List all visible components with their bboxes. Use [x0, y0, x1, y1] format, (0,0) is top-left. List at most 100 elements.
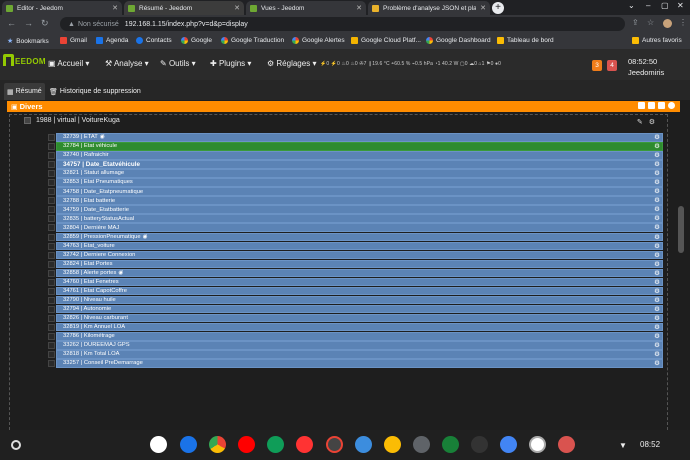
system-clock[interactable]: 08:52	[640, 440, 660, 449]
gear-icon[interactable]: ⚙	[654, 252, 660, 260]
bookmark-agenda[interactable]: Agenda	[96, 37, 128, 44]
bookmark-gmail[interactable]: Gmail	[60, 37, 87, 44]
gear-icon[interactable]: ⚙	[654, 333, 660, 341]
command-row[interactable]: 32794 | Autonomie ⚙	[44, 304, 663, 314]
command-bar[interactable]: 34758 | Date_Etatpneumatique ⚙	[56, 187, 663, 196]
object-checkbox[interactable]	[24, 117, 31, 124]
gear-icon[interactable]: ⚙	[654, 224, 660, 232]
row-checkbox[interactable]	[48, 179, 55, 187]
command-bar[interactable]: 34760 | Etat Fenetres ⚙	[56, 277, 663, 287]
row-checkbox[interactable]	[48, 323, 55, 331]
command-row[interactable]: 32826 | Niveau carburant ⚙	[44, 313, 663, 323]
menu-outils[interactable]: ✎ Outils ▾	[160, 59, 196, 68]
command-row[interactable]: 32818 | Km Total LOA ⚙	[44, 350, 663, 359]
bookmark-tableau-de-bord[interactable]: Tableau de bord	[497, 37, 554, 44]
gear-icon[interactable]: ⚙	[654, 179, 660, 187]
wifi-icon[interactable]: ▼	[619, 441, 627, 450]
command-bar[interactable]: 32824 | Etat Portes ⚙	[56, 259, 663, 269]
close-icon[interactable]: ✕	[234, 4, 240, 12]
command-row[interactable]: 34757 | Date_Etatvéhicule ⚙	[44, 160, 663, 169]
close-icon[interactable]: ✕	[112, 4, 118, 12]
tab-history[interactable]: 🗑 Historique de suppression	[46, 83, 144, 100]
gear-icon[interactable]: ⚙	[649, 118, 655, 126]
gear-icon[interactable]: ⚙	[654, 215, 660, 223]
command-bar[interactable]: 34761 | Etat CapotCoffre ⚙	[56, 286, 663, 296]
play-store-app-icon[interactable]	[442, 436, 459, 453]
gear-icon[interactable]: ⚙	[654, 297, 660, 305]
command-bar[interactable]: 32739 | ETAT ◉̸ ⚙	[56, 133, 663, 142]
new-tab-button[interactable]: +	[492, 2, 504, 14]
menu-plugins[interactable]: ✚ Plugins ▾	[210, 59, 251, 68]
tab-search-icon[interactable]: ⌄	[628, 1, 635, 10]
command-row[interactable]: 32835 | batteryStatusActual ⚙	[44, 214, 663, 223]
command-row[interactable]: 32784 | Etat véhicule ⚙	[44, 142, 663, 151]
command-bar[interactable]: 32742 | Derniere Connexion ⚙	[56, 250, 663, 260]
share-icon[interactable]: ⇪	[632, 18, 639, 27]
page-scrollbar[interactable]	[678, 206, 684, 253]
row-checkbox[interactable]	[48, 161, 55, 169]
gear-icon[interactable]	[668, 102, 675, 109]
chrome-app-icon[interactable]	[209, 436, 226, 453]
row-checkbox[interactable]	[48, 215, 55, 223]
command-row[interactable]: 32804 | Dernière MAJ ⚙	[44, 223, 663, 232]
command-row[interactable]: 34761 | Etat CapotCoffre ⚙	[44, 286, 663, 296]
gear-icon[interactable]: ⚙	[654, 360, 660, 368]
command-bar[interactable]: 32821 | Statut allumage ⚙	[56, 169, 663, 178]
sticky-app-icon[interactable]	[558, 436, 575, 453]
row-checkbox[interactable]	[48, 296, 55, 304]
command-row[interactable]: 32853 | Etat Pneumatiques ⚙	[44, 178, 663, 187]
avatar[interactable]	[663, 19, 672, 28]
command-bar[interactable]: 34757 | Date_Etatvéhicule ⚙	[56, 160, 663, 169]
command-row[interactable]: 34763 | Etat_voiture ⚙	[44, 241, 663, 251]
command-bar[interactable]: 32790 | Niveau huile ⚙	[56, 295, 663, 305]
gear-icon[interactable]: ⚙	[654, 288, 660, 296]
bookmark-bookmarks[interactable]: ★ Bookmarks	[7, 37, 49, 46]
command-bar[interactable]: 32853 | Etat Pneumatiques ⚙	[56, 178, 663, 187]
gear-icon[interactable]: ⚙	[654, 324, 660, 332]
command-bar[interactable]: 32804 | Dernière MAJ ⚙	[56, 223, 663, 232]
keep-app-icon[interactable]	[384, 436, 401, 453]
row-checkbox[interactable]	[48, 233, 55, 241]
row-checkbox[interactable]	[48, 206, 55, 214]
edit-icon[interactable]: ✎	[637, 118, 643, 126]
row-checkbox[interactable]	[48, 342, 55, 350]
news-app-icon[interactable]	[296, 436, 313, 453]
row-checkbox[interactable]	[48, 278, 55, 286]
command-bar[interactable]: 32740 | Rafraichir ⚙	[56, 151, 663, 160]
command-bar[interactable]: 32858 | Alerte portes ◉̸ ⚙	[56, 268, 663, 278]
bookmark-google-alertes[interactable]: Google Alertes	[292, 37, 345, 44]
close-window-button[interactable]: ✕	[677, 1, 684, 10]
row-checkbox[interactable]	[48, 287, 55, 295]
security-label[interactable]: Non sécurisé	[78, 21, 119, 28]
alerts-badge[interactable]: 4	[607, 60, 617, 71]
command-row[interactable]: 32859 | PressionPneumatique ◉̸ ⚙	[44, 232, 663, 242]
camera-app-icon[interactable]	[326, 436, 343, 453]
gear-icon[interactable]: ⚙	[654, 342, 660, 350]
gear-icon[interactable]: ⚙	[654, 170, 660, 178]
bookmark-other[interactable]: Autres favoris	[632, 37, 682, 44]
gear-icon[interactable]: ⚙	[654, 188, 660, 196]
gear-icon[interactable]: ⚙	[654, 152, 660, 160]
command-row[interactable]: 32819 | Km Annuel LOA ⚙	[44, 322, 663, 332]
command-row[interactable]: 34760 | Etat Fenetres ⚙	[44, 277, 663, 287]
command-row[interactable]: 32788 | Etat batterie ⚙	[44, 196, 663, 205]
command-bar[interactable]: 33262 | DUREEMAJ GPS ⚙	[56, 341, 663, 350]
menu-analyse[interactable]: ⚒ Analyse ▾	[105, 59, 149, 68]
bookmark-google-cloud[interactable]: Google Cloud Platf...	[351, 37, 421, 44]
command-row[interactable]: 32742 | Derniere Connexion ⚙	[44, 250, 663, 260]
command-bar[interactable]: 33257 | Conseil PreDemarrage ⚙	[56, 359, 663, 368]
bookmark-google-dashboard[interactable]: Google Dashboard	[426, 37, 491, 44]
row-checkbox[interactable]	[48, 333, 55, 341]
command-row[interactable]: 32740 | Rafraichir ⚙	[44, 151, 663, 160]
gear-icon[interactable]: ⚙	[654, 161, 660, 169]
tab-resume[interactable]: Résumé - Jeedom ✕	[124, 1, 244, 15]
messages-badge[interactable]: 3	[592, 60, 602, 71]
files-app-icon[interactable]	[355, 436, 372, 453]
select-all-icon[interactable]	[638, 102, 645, 109]
menu-reglages[interactable]: ⚙ Réglages ▾	[267, 59, 316, 68]
row-checkbox[interactable]	[48, 314, 55, 322]
object-title[interactable]: 1988 | virtual | VoitureKuga	[36, 117, 120, 124]
command-row[interactable]: 33262 | DUREEMAJ GPS ⚙	[44, 341, 663, 350]
gmail-app-icon[interactable]	[150, 436, 167, 453]
url-text[interactable]: 192.168.1.15/index.php?v=d&p=display	[125, 21, 248, 28]
